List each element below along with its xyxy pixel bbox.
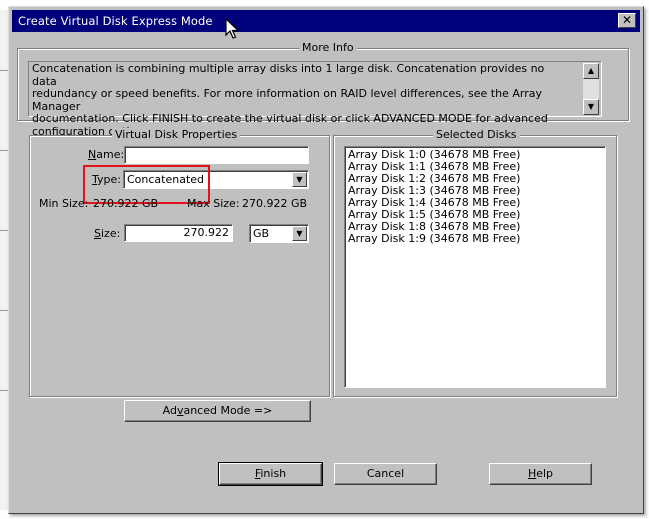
more-info-label: More Info [299, 41, 357, 54]
min-size-value: 270.922 GB [93, 197, 159, 210]
selected-disks-list[interactable]: Array Disk 1:0 (34678 MB Free) Array Dis… [344, 146, 606, 388]
name-label: Name: [88, 148, 125, 161]
scroll-down-button[interactable]: ▼ [583, 99, 599, 115]
virtual-disk-properties-label: Virtual Disk Properties [112, 128, 241, 141]
close-button[interactable]: ✕ [618, 13, 636, 28]
unit-select[interactable]: GB ▼ [249, 224, 309, 243]
scroll-up-button[interactable]: ▲ [583, 63, 599, 79]
info-line: Concatenation is combining multiple arra… [32, 62, 545, 88]
chevron-down-icon: ▼ [296, 175, 303, 184]
scroll-down-icon: ▼ [587, 102, 595, 111]
more-info-group: More Info Concatenation is combining mul… [17, 41, 629, 137]
info-line: redundancy or speed benefits. For more i… [32, 87, 542, 113]
info-line: documentation. Click FINISH to create th… [32, 112, 548, 125]
unit-value: GB [253, 227, 270, 240]
more-info-text: Concatenation is combining multiple arra… [32, 62, 562, 138]
size-label: Size: [94, 227, 121, 240]
name-input[interactable] [124, 146, 309, 164]
info-scrollbar[interactable]: ▲ ▼ [583, 63, 599, 115]
close-icon: ✕ [621, 13, 633, 27]
chevron-down-icon: ▼ [296, 229, 303, 238]
max-size-label: Max Size: [187, 197, 240, 210]
help-button[interactable]: Help [489, 463, 592, 485]
cancel-button[interactable]: Cancel [334, 463, 437, 485]
mouse-pointer-icon [225, 18, 239, 39]
window-title: Create Virtual Disk Express Mode [18, 14, 213, 28]
finish-button[interactable]: Finish [218, 462, 323, 486]
title-bar[interactable]: Create Virtual Disk Express Mode ✕ [12, 10, 640, 32]
unit-dropdown-button[interactable]: ▼ [292, 226, 307, 241]
size-input[interactable]: 270.922 [124, 224, 233, 242]
more-info-text-box[interactable]: Concatenation is combining multiple arra… [28, 61, 602, 137]
list-item[interactable]: Array Disk 1:9 (34678 MB Free) [348, 233, 602, 245]
create-virtual-disk-dialog: Create Virtual Disk Express Mode ✕ More … [12, 10, 640, 510]
type-dropdown-button[interactable]: ▼ [292, 172, 307, 187]
selected-disks-label: Selected Disks [433, 128, 520, 141]
advanced-mode-button[interactable]: Advanced Mode => [124, 400, 311, 422]
min-size-label: Min Size: [39, 197, 89, 210]
max-size-value: 270.922 GB [242, 197, 308, 210]
scroll-up-icon: ▲ [587, 66, 595, 75]
